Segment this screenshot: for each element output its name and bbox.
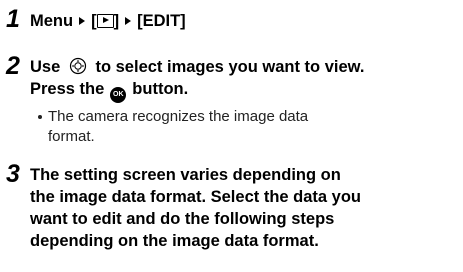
triangle-right-icon xyxy=(79,17,86,26)
bullet-icon xyxy=(38,115,42,120)
step-2-note-text-1: The camera recognizes the image data xyxy=(48,108,309,125)
step-2-note-text-2: format. xyxy=(48,128,95,145)
playback-bracket-open: [ xyxy=(91,12,97,30)
step-2-note-line-1: The camera recognizes the image data xyxy=(38,107,308,127)
step-1-text: Menu [] [EDIT] xyxy=(30,11,186,32)
step-3-line-3: want to edit and do the following steps xyxy=(30,210,335,228)
playback-icon xyxy=(96,14,114,28)
playback-bracket-close: ] xyxy=(113,12,120,30)
step-number: 1 xyxy=(6,5,20,33)
step-3-line-1: The setting screen varies depending on xyxy=(30,166,341,184)
step-2-line-2: Press the OK button. xyxy=(30,79,188,103)
step-2-button-text: button. xyxy=(132,80,189,98)
triangle-right-icon xyxy=(125,17,132,26)
ok-button-icon: OK xyxy=(110,87,127,103)
step-number: 3 xyxy=(6,160,20,188)
step-3-line-4: depending on the image data format. xyxy=(30,232,319,250)
menu-label: Menu xyxy=(30,12,74,30)
step-number: 2 xyxy=(6,52,20,80)
step-3-line-2: the image data format. Select the data y… xyxy=(30,188,361,206)
edit-label: [EDIT] xyxy=(137,12,186,30)
step-2-use-text: Use xyxy=(30,58,61,76)
control-dial-icon xyxy=(69,57,86,75)
step-2-note-line-2: format. xyxy=(48,127,95,147)
step-2-press-text: Press the xyxy=(30,80,105,98)
step-2-line-1: Use to select images you want to view. xyxy=(30,57,364,78)
step-2-select-text: to select images you want to view. xyxy=(95,58,365,76)
